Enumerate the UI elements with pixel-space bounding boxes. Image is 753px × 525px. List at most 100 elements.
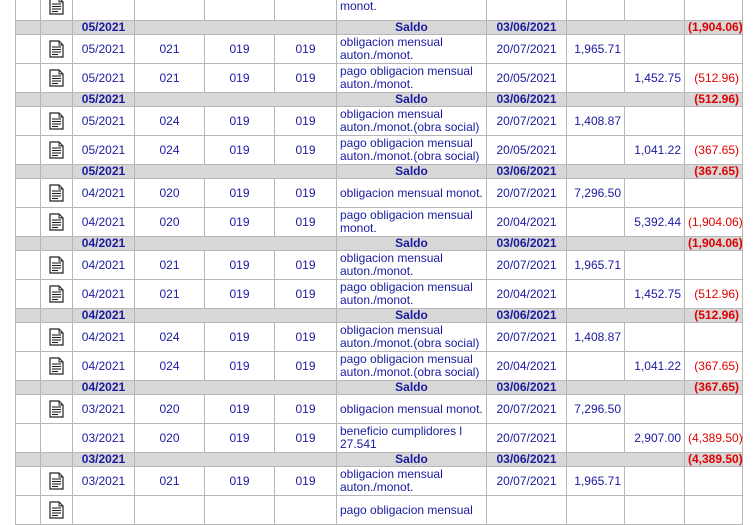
gutter-cell [15,351,41,381]
concepto-cell: 019 [204,279,275,309]
table-row: pago obligacion mensual [15,495,743,525]
saldo-row: 04/2021 Saldo 03/06/2021 (512.96) [15,308,743,323]
detail-button[interactable] [40,279,73,309]
subconcepto-cell: 019 [274,106,337,136]
date-cell: 03/06/2021 [486,236,567,251]
saldo-label: Saldo [336,308,487,323]
impuesto-cell: 021 [134,34,205,64]
concepto-cell: 019 [204,351,275,381]
subconcepto-cell: 019 [274,423,337,453]
gutter-cell [15,279,41,309]
empty-cell [566,20,685,35]
detail-button[interactable] [40,0,73,21]
debit-cell: 1,408.87 [566,322,625,352]
table-row: 03/2021 020 019 019 beneficio cumplidores l … [15,423,743,453]
gutter-cell [15,322,41,352]
detail-button[interactable] [40,351,73,381]
document-icon[interactable] [49,0,64,15]
balance-cell: (512.96) [684,279,743,309]
concepto-cell [204,0,275,21]
subconcepto-cell: 019 [274,250,337,280]
detail-button[interactable] [40,63,73,93]
document-icon[interactable] [49,328,64,346]
table-row: 04/2021 020 019 019 obligacion mensual monot… [15,178,743,208]
empty-cell [134,92,337,107]
date-cell: 20/07/2021 [486,466,567,496]
debit-cell [566,495,625,525]
concepto-cell: 019 [204,135,275,165]
impuesto-cell [134,0,205,21]
credit-cell [624,106,685,136]
document-icon[interactable] [49,141,64,159]
detail-button[interactable] [40,178,73,208]
impuesto-cell: 021 [134,466,205,496]
date-cell [486,495,567,525]
empty-cell [40,380,73,395]
empty-cell [566,236,685,251]
detail-button[interactable] [40,135,73,165]
debit-cell [566,0,625,21]
subconcepto-cell: 019 [274,466,337,496]
debit-cell [566,423,625,453]
date-cell: 03/06/2021 [486,92,567,107]
table-body: monot. 05/2021 Saldo 03/06/2021 (1,904.06) 05… [15,0,743,525]
subconcepto-cell: 019 [274,351,337,381]
saldo-label: Saldo [336,236,487,251]
detail-button[interactable] [40,207,73,237]
period-cell: 04/2021 [72,351,135,381]
balance-cell: (4,389.50) [684,423,743,453]
document-icon[interactable] [49,40,64,58]
empty-cell [566,308,685,323]
concepto-cell: 019 [204,466,275,496]
description-cell: obligacion mensual auton./monot. [336,34,487,64]
document-icon[interactable] [49,285,64,303]
impuesto-cell: 020 [134,178,205,208]
period-cell [72,495,135,525]
concepto-cell: 019 [204,34,275,64]
document-icon[interactable] [49,213,64,231]
table-row: 05/2021 024 019 019 pago obligacion mensual … [15,135,743,165]
description-cell: obligacion mensual auton./monot. [336,250,487,280]
saldo-row: 03/2021 Saldo 03/06/2021 (4,389.50) [15,452,743,467]
balance-cell [684,250,743,280]
detail-button[interactable] [40,250,73,280]
table-row: 04/2021 020 019 019 pago obligacion mensual … [15,207,743,237]
date-cell: 20/05/2021 [486,63,567,93]
detail-button[interactable] [40,466,73,496]
date-cell: 03/06/2021 [486,20,567,35]
gutter-cell [15,394,41,424]
credit-cell: 1,041.22 [624,135,685,165]
subconcepto-cell [274,495,337,525]
document-icon[interactable] [49,357,64,375]
description-cell: obligacion mensual monot. [336,394,487,424]
period-cell: 04/2021 [72,207,135,237]
document-icon[interactable] [49,69,64,87]
detail-button[interactable] [40,495,73,525]
empty-cell [40,20,73,35]
detail-button[interactable] [40,322,73,352]
gutter-cell [15,380,41,395]
document-icon[interactable] [49,400,64,418]
document-icon[interactable] [49,501,64,519]
table-row: 03/2021 021 019 019 obligacion mensual auton… [15,466,743,496]
description-cell: obligacion mensual auton./monot.(obra so… [336,322,487,352]
document-icon[interactable] [49,472,64,490]
document-icon[interactable] [49,256,64,274]
credit-cell: 1,041.22 [624,351,685,381]
detail-button[interactable] [40,394,73,424]
gutter-cell [15,0,41,21]
concepto-cell: 019 [204,207,275,237]
detail-button[interactable] [40,106,73,136]
concepto-cell: 019 [204,106,275,136]
empty-cell [134,308,337,323]
empty-cell [40,236,73,251]
date-cell: 03/06/2021 [486,380,567,395]
date-cell: 20/04/2021 [486,207,567,237]
balance-cell [684,0,743,21]
document-icon[interactable] [49,112,64,130]
balance-cell: (367.65) [684,135,743,165]
credit-cell [624,495,685,525]
detail-button[interactable] [40,34,73,64]
empty-cell [566,164,685,179]
document-icon[interactable] [49,184,64,202]
